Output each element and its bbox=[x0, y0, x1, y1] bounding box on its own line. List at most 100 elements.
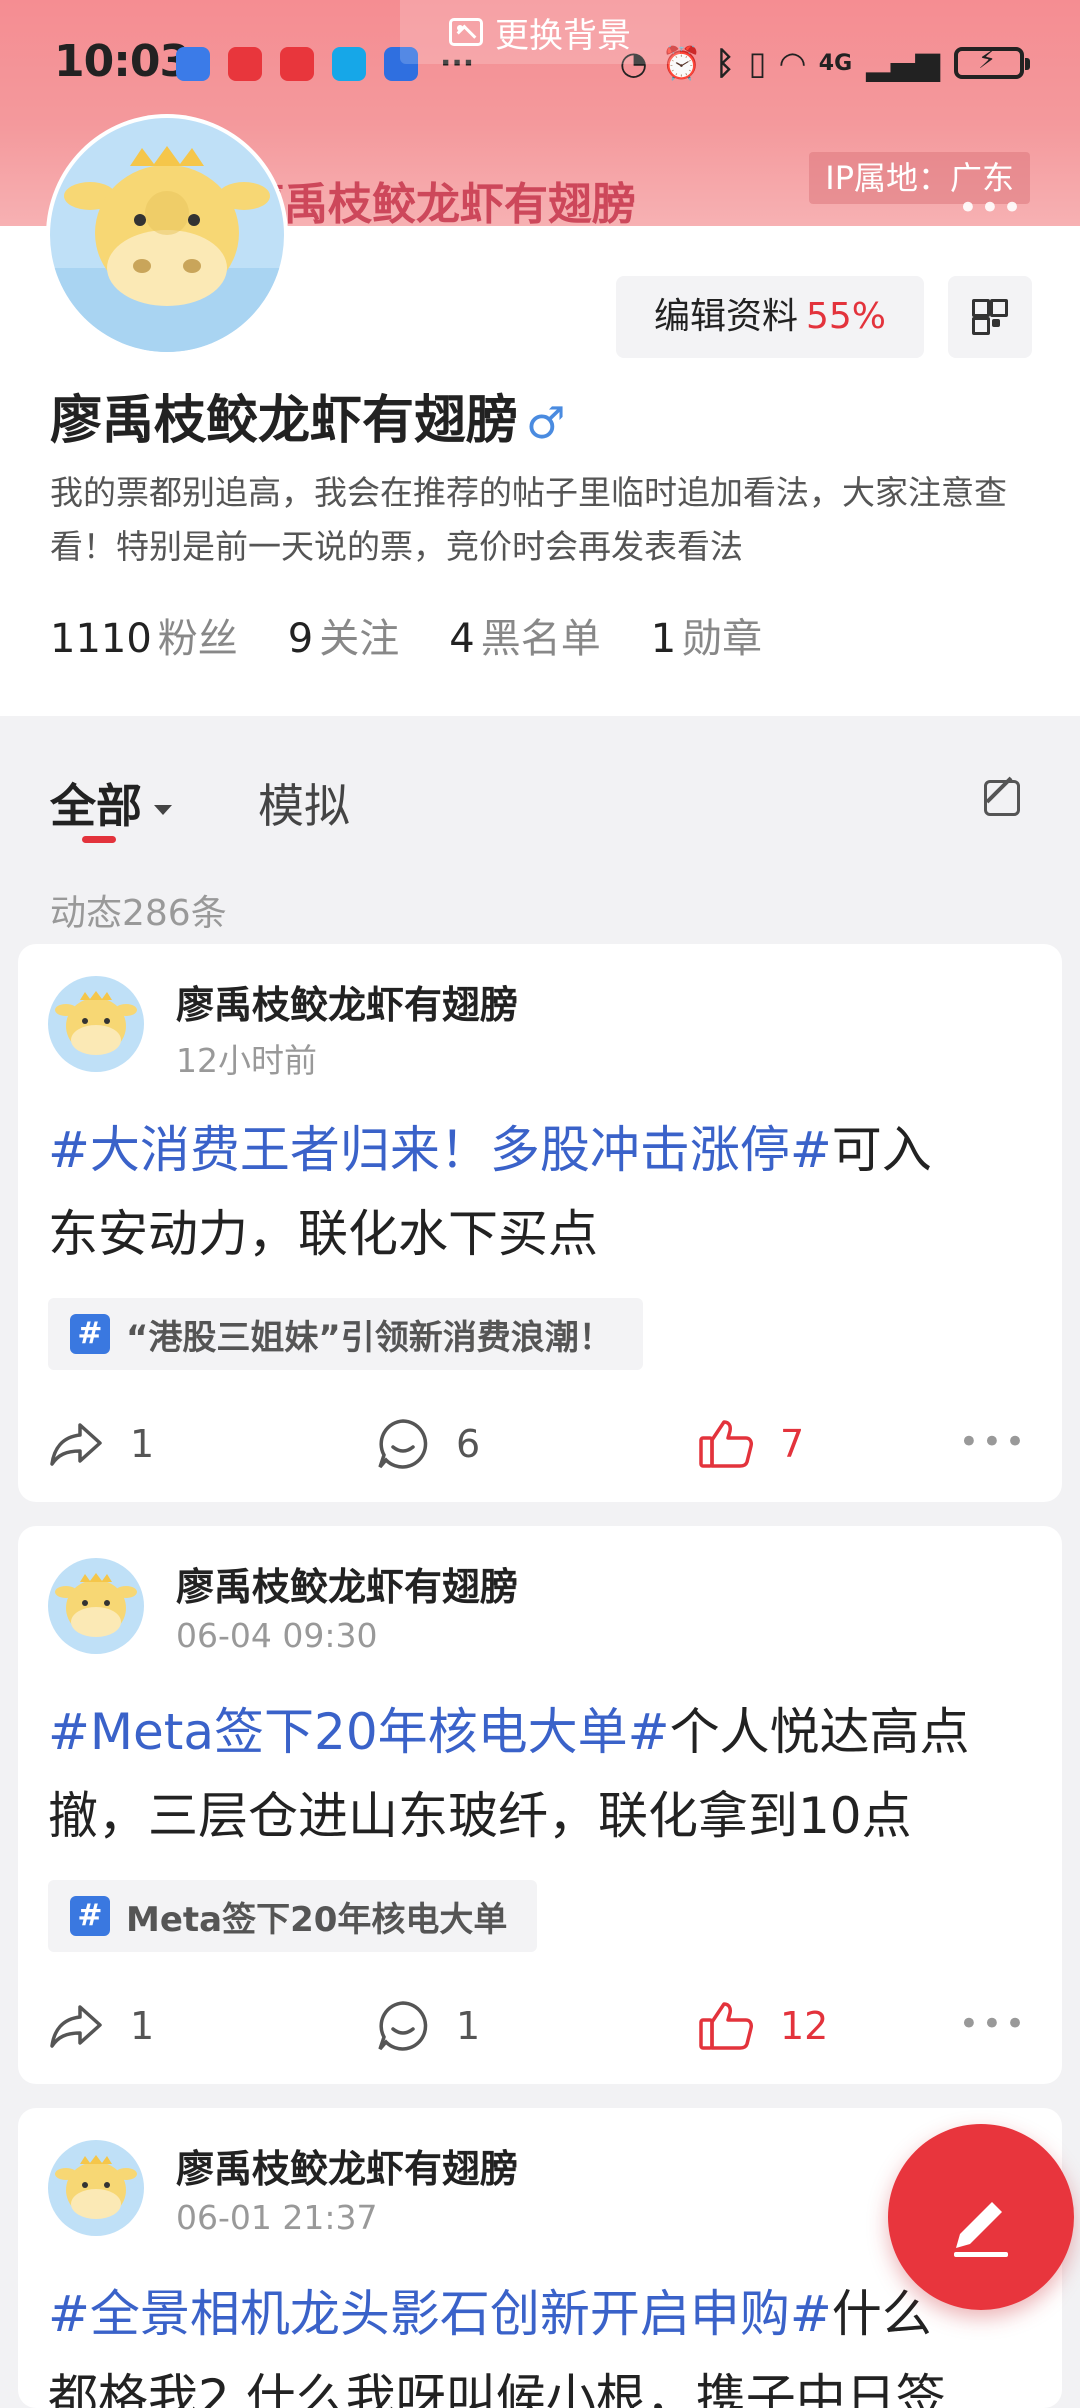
post-text: 东安动力，联化水下买点 bbox=[48, 1205, 598, 1263]
author-avatar[interactable] bbox=[48, 1558, 144, 1654]
qr-code-button[interactable] bbox=[948, 276, 1032, 358]
stat-value: 9 bbox=[287, 616, 314, 662]
clock-app-icon bbox=[176, 46, 210, 81]
topic-chip-label: Meta签下20年核电大单 bbox=[126, 1899, 508, 1940]
feed-tabs: 全部 模拟 动态286条 bbox=[0, 740, 1080, 944]
author-name[interactable]: 廖禹枝鲛龙虾有翅膀 bbox=[176, 2138, 518, 2193]
huawei-app-icon bbox=[228, 46, 262, 81]
cow-avatar-image bbox=[48, 2140, 144, 2236]
stat-value: 4 bbox=[449, 616, 475, 662]
chevron-down-icon bbox=[154, 804, 172, 815]
feed-count: 动态286条 bbox=[50, 893, 227, 934]
edit-profile-button[interactable]: 编辑资料 55% bbox=[616, 276, 924, 358]
cow-avatar-image bbox=[50, 118, 284, 352]
topic-chip-label: “港股三姐妹”引领新消费浪潮！ bbox=[126, 1317, 613, 1358]
profile-bio: 我的票都别追高，我会在推荐的帖子里临时追加看法，大家注意查看！特别是前一天说的票… bbox=[50, 473, 1007, 566]
post-text: 可入 bbox=[831, 1121, 932, 1179]
more-horizontal-icon[interactable]: ••• bbox=[958, 188, 1024, 228]
stat-label: 粉丝 bbox=[157, 616, 238, 662]
author-name[interactable]: 廖禹枝鲛龙虾有翅膀 bbox=[176, 1556, 518, 1611]
stat-value: 1110 bbox=[50, 616, 152, 662]
qr-code-icon bbox=[972, 299, 1008, 335]
new-post-button[interactable] bbox=[888, 2124, 1074, 2310]
author-name[interactable]: 廖禹枝鲛龙虾有翅膀 bbox=[176, 974, 518, 1029]
hashtag-icon: # bbox=[70, 1314, 110, 1354]
like-button[interactable]: 12 bbox=[698, 1996, 828, 2056]
share-button[interactable]: 1 bbox=[48, 1996, 154, 2056]
post-text: 撤，三层仓进山东玻纤，联化拿到10点 bbox=[48, 1787, 912, 1845]
post-content[interactable]: #大消费王者归来！多股冲击涨停#可入 东安动力，联化水下买点 bbox=[48, 1108, 1038, 1276]
post-text: 都格我2 什么我呀叫候小根，携子中日签 bbox=[48, 2369, 946, 2408]
post-actions: 1 6 7 ••• bbox=[18, 1414, 1062, 1474]
like-count: 7 bbox=[780, 1422, 805, 1466]
image-icon bbox=[449, 18, 483, 46]
comment-count: 1 bbox=[456, 2004, 481, 2048]
post-card[interactable]: 廖禹枝鲛龙虾有翅膀 06-04 09:30 #Meta签下20年核电大单#个人悦… bbox=[18, 1526, 1062, 2084]
edit-profile-label: 编辑资料 bbox=[653, 296, 798, 337]
battery-icon: ⚡ bbox=[954, 45, 1030, 79]
thumbs-up-icon bbox=[699, 1420, 753, 1468]
author-avatar[interactable] bbox=[48, 976, 144, 1072]
topic-link[interactable]: #全景相机龙头影石创新开启申购# bbox=[48, 2285, 832, 2343]
post-time: 12小时前 bbox=[176, 1041, 317, 1080]
profile-avatar[interactable] bbox=[50, 118, 284, 352]
share-count: 1 bbox=[130, 2004, 155, 2048]
pencil-icon bbox=[954, 2202, 1008, 2257]
thumbs-up-icon bbox=[699, 2002, 753, 2050]
topic-chip[interactable]: # “港股三姐妹”引领新消费浪潮！ bbox=[48, 1298, 643, 1370]
signal-icon: ▂▄▆ bbox=[866, 44, 940, 82]
topic-link[interactable]: #大消费王者归来！多股冲击涨停# bbox=[48, 1121, 832, 1179]
share-icon bbox=[50, 2005, 102, 2048]
profile-name: 廖禹枝鲛龙虾有翅膀 ♂ bbox=[50, 378, 565, 453]
active-tab-indicator bbox=[82, 836, 116, 843]
profile-complete-percent: 55% bbox=[806, 296, 887, 337]
cow-avatar-image bbox=[48, 976, 144, 1072]
tab-all[interactable]: 全部 bbox=[50, 770, 172, 836]
more-horizontal-icon[interactable]: ••• bbox=[959, 1422, 1028, 1462]
change-background-label: 更换背景 bbox=[495, 15, 631, 56]
stat-value: 1 bbox=[650, 616, 677, 662]
huawei-app-icon bbox=[280, 46, 314, 81]
stat-medals[interactable]: 1 勋章 bbox=[651, 606, 762, 664]
stat-label: 关注 bbox=[319, 616, 400, 662]
topic-link[interactable]: #Meta签下20年核电大单# bbox=[48, 1703, 670, 1761]
cow-avatar-image bbox=[48, 1558, 144, 1654]
more-horizontal-icon[interactable]: ••• bbox=[959, 2004, 1028, 2044]
topic-chip[interactable]: # Meta签下20年核电大单 bbox=[48, 1880, 538, 1952]
stat-following[interactable]: 9 关注 bbox=[288, 606, 399, 664]
hashtag-icon: # bbox=[70, 1896, 110, 1936]
vibrate-icon: ▯ bbox=[748, 44, 767, 82]
like-count: 12 bbox=[780, 2004, 829, 2048]
stat-label: 勋章 bbox=[682, 616, 763, 662]
share-icon bbox=[50, 1423, 102, 1466]
comment-button[interactable]: 6 bbox=[376, 1414, 480, 1474]
stat-blacklist[interactable]: 4 黑名单 bbox=[449, 606, 600, 664]
status-time: 10:03 bbox=[54, 36, 190, 87]
comment-icon bbox=[378, 1419, 428, 1469]
comment-button[interactable]: 1 bbox=[376, 1996, 480, 2056]
status-system-icons: ◔ ⏰ ᛒ ▯ ◠ 4G ▂▄▆ ⚡ bbox=[620, 44, 1030, 82]
wifi-icon: ◠ bbox=[780, 44, 805, 82]
network-type: 4G bbox=[818, 50, 853, 76]
stat-followers[interactable]: 1110 粉丝 bbox=[50, 606, 238, 664]
browser-app-icon bbox=[332, 46, 366, 81]
post-time: 06-04 09:30 bbox=[176, 1616, 378, 1655]
comment-icon bbox=[378, 2001, 428, 2051]
post-text: 个人悦达高点 bbox=[669, 1703, 970, 1761]
author-avatar[interactable] bbox=[48, 2140, 144, 2236]
share-count: 1 bbox=[130, 1422, 155, 1466]
share-button[interactable]: 1 bbox=[48, 1414, 154, 1474]
comment-count: 6 bbox=[456, 1422, 481, 1466]
header-title: 廖禹枝鲛龙虾有翅膀 bbox=[240, 179, 636, 230]
like-button[interactable]: 7 bbox=[698, 1414, 804, 1474]
post-content[interactable]: #Meta签下20年核电大单#个人悦达高点 撤，三层仓进山东玻纤，联化拿到10点 bbox=[48, 1690, 1038, 1858]
male-gender-icon: ♂ bbox=[526, 398, 566, 449]
change-background-button[interactable]: 更换背景 bbox=[400, 0, 680, 64]
tab-simulation[interactable]: 模拟 bbox=[258, 770, 350, 836]
post-actions: 1 1 12 ••• bbox=[18, 1996, 1062, 2056]
post-card[interactable]: 廖禹枝鲛龙虾有翅膀 12小时前 #大消费王者归来！多股冲击涨停#可入 东安动力，… bbox=[18, 944, 1062, 1502]
bluetooth-icon: ᛒ bbox=[715, 44, 735, 82]
profile-name-text: 廖禹枝鲛龙虾有翅膀 bbox=[50, 391, 519, 451]
edit-icon[interactable] bbox=[984, 780, 1020, 816]
stat-label: 黑名单 bbox=[480, 616, 601, 662]
